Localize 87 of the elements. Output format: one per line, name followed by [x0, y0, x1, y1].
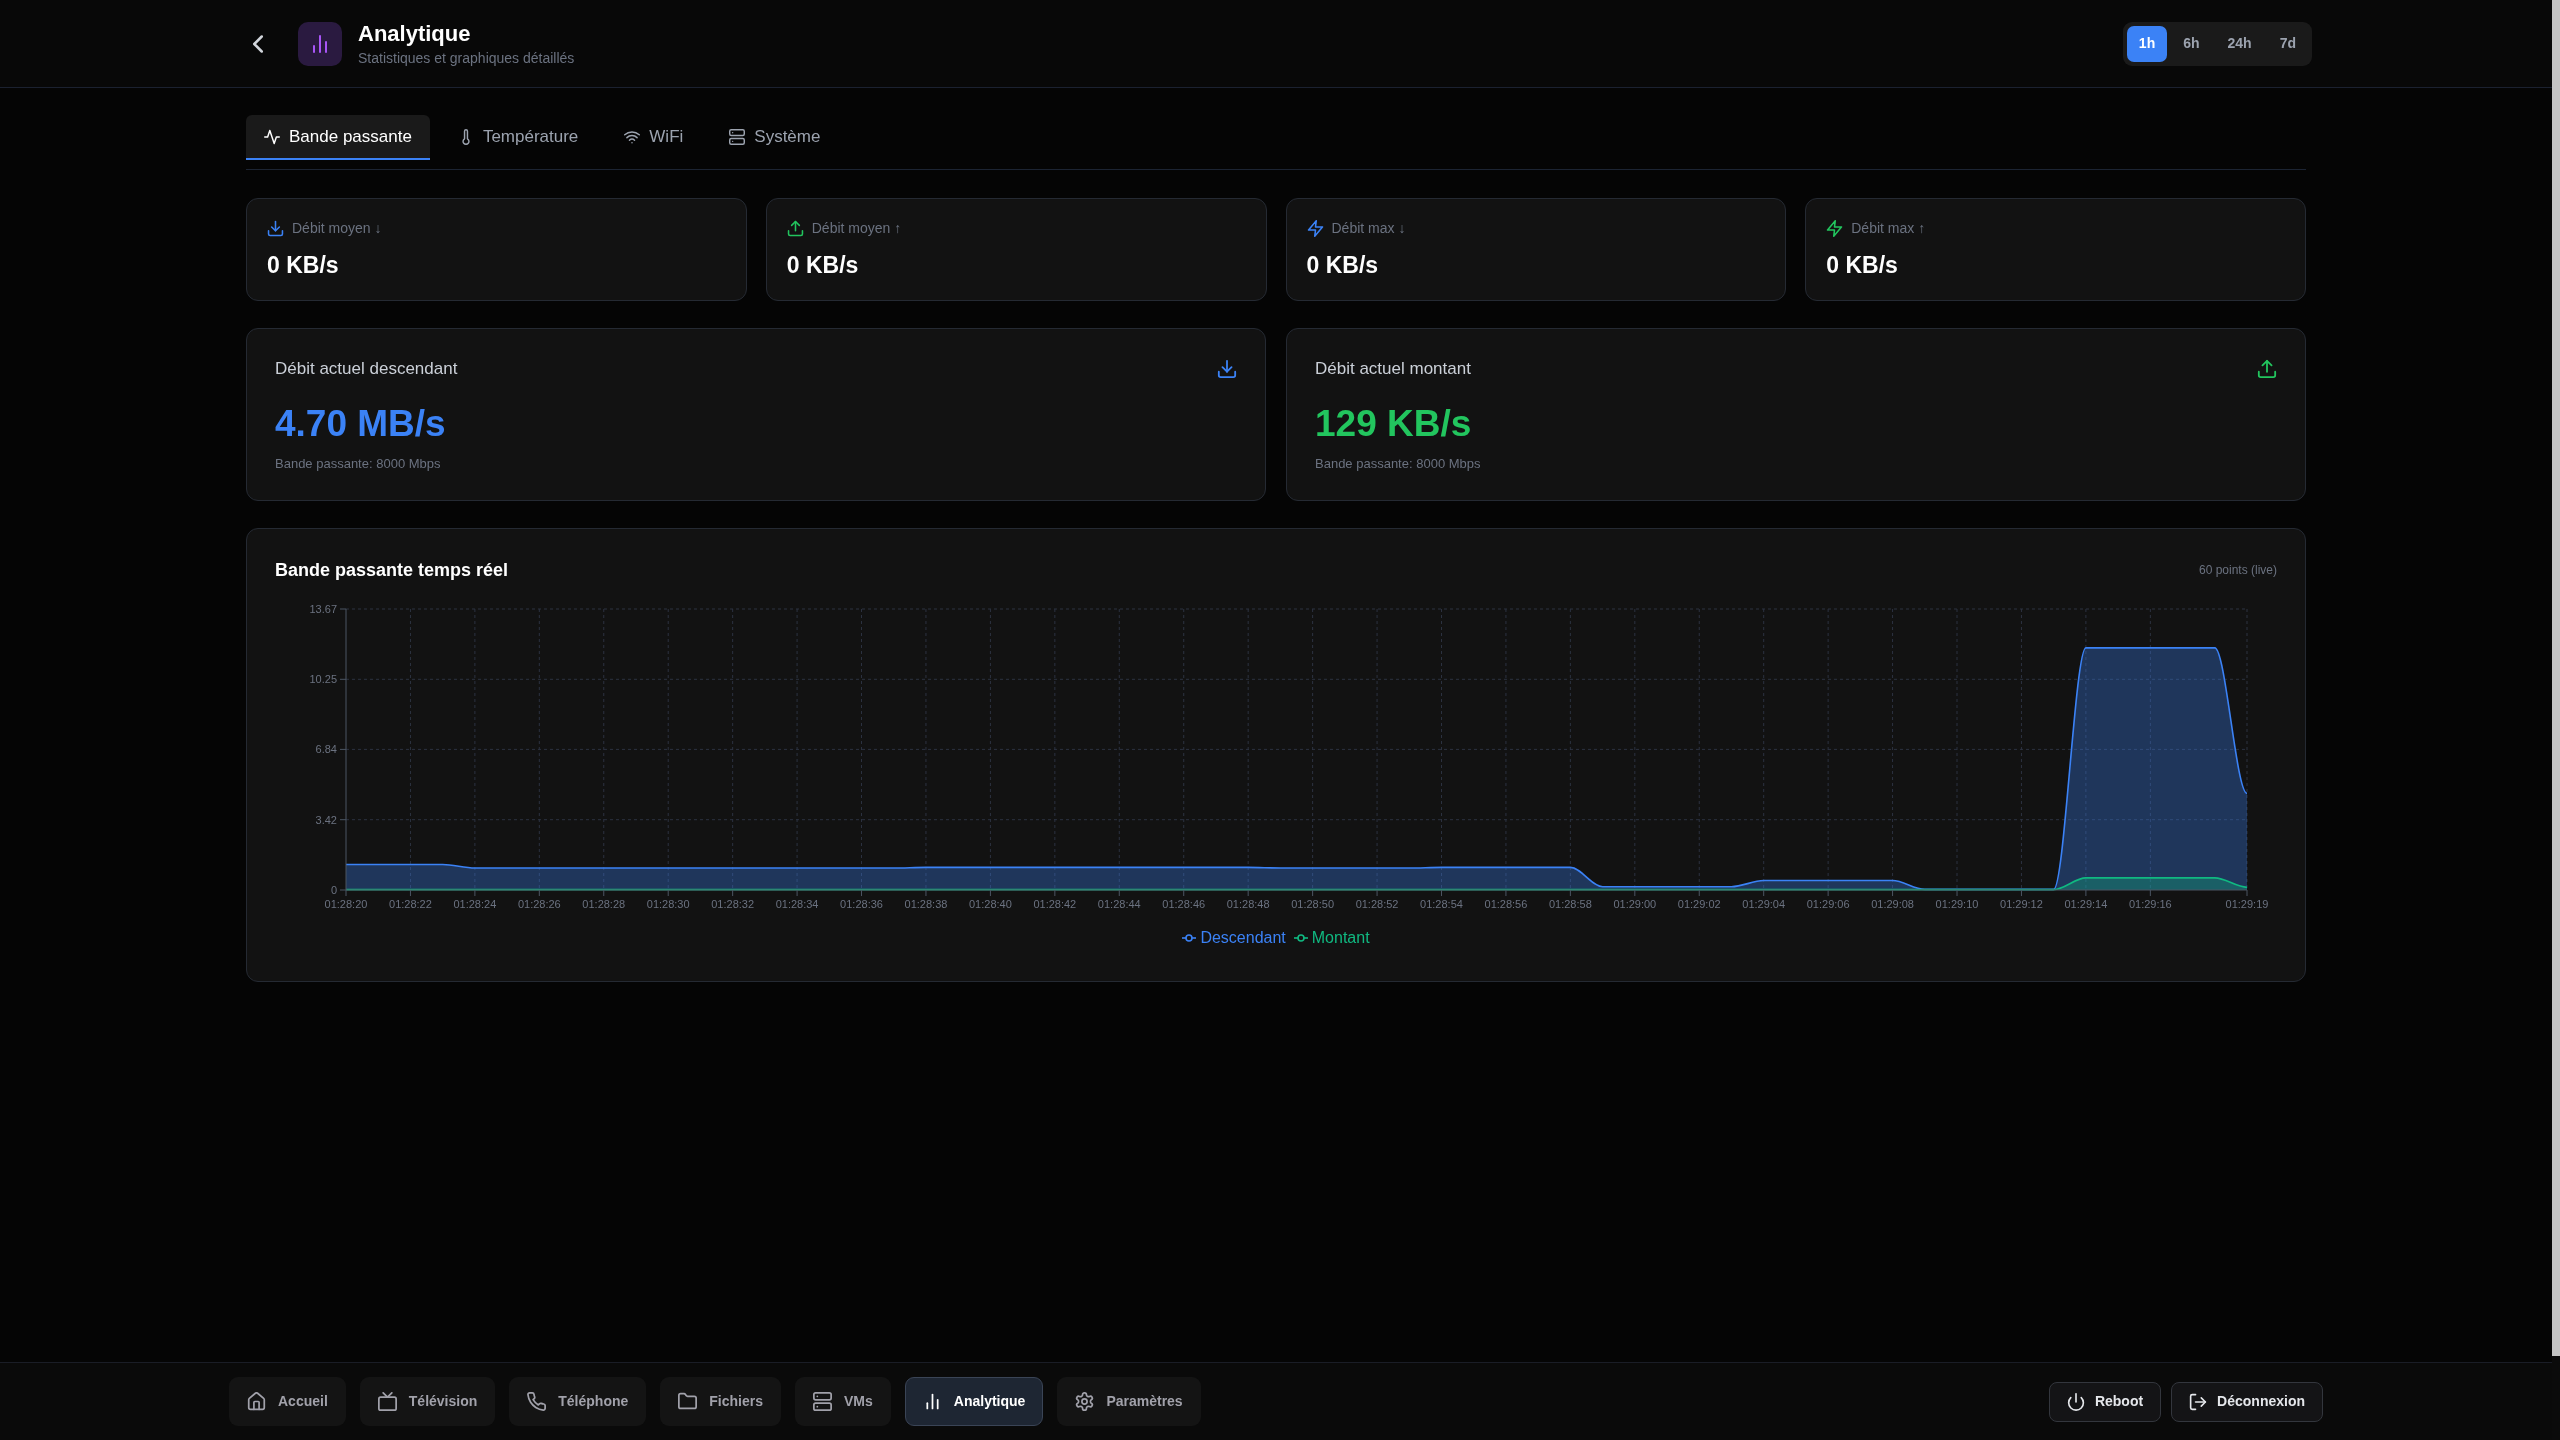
- nav-button[interactable]: Téléphone: [509, 1377, 647, 1426]
- chart-title: Bande passante temps réel: [275, 559, 509, 582]
- stat-label: Débit moyen ↑: [811, 219, 902, 238]
- rate-title: Débit actuel montant: [1315, 358, 1471, 380]
- time-range-button[interactable]: 6h: [2171, 25, 2212, 62]
- axis-label: 3.42: [315, 813, 337, 826]
- axis-label: 01:28:34: [775, 898, 819, 910]
- axis-label: 01:29:19: [2225, 898, 2269, 910]
- axis-label: 01:28:30: [646, 898, 690, 910]
- legend-marker-icon: [1182, 933, 1197, 943]
- axis-label: 01:29:02: [1677, 898, 1721, 910]
- server-icon: [813, 1392, 832, 1411]
- axis-label: 01:28:32: [711, 898, 755, 910]
- stat-label: Débit max ↑: [1851, 219, 1926, 238]
- axis-label: 01:29:08: [1871, 898, 1914, 910]
- reboot-button[interactable]: Reboot: [2048, 1381, 2162, 1422]
- time-range-button[interactable]: 7d: [2267, 25, 2308, 62]
- chart-note: 60 points (live): [2198, 562, 2277, 578]
- axis-label: 01:28:54: [1420, 898, 1463, 910]
- axis-label: 01:28:50: [1291, 898, 1334, 910]
- axis-label: 01:28:46: [1162, 898, 1206, 910]
- phone-icon: [527, 1392, 547, 1411]
- power-icon: [2066, 1392, 2085, 1411]
- nav-button[interactable]: Paramètres: [1057, 1377, 1201, 1426]
- axis-label: 01:28:26: [517, 898, 561, 910]
- rate-value: 129 KB/s: [1315, 402, 1473, 446]
- axis-label: 01:28:52: [1355, 898, 1399, 910]
- page-title: Analytique: [358, 20, 472, 47]
- bar-chart-icon: [298, 21, 342, 66]
- axis-label: 01:29:16: [2128, 898, 2172, 910]
- axis-label: 10.25: [309, 673, 337, 686]
- settings-icon: [1075, 1392, 1095, 1411]
- legend-marker-icon: [1293, 933, 1308, 943]
- legend-label: Montant: [1311, 928, 1370, 948]
- axis-label: 01:29:06: [1806, 898, 1850, 910]
- stat-value: 0 KB/s: [1826, 251, 1899, 280]
- axis-label: 01:28:44: [1097, 898, 1141, 910]
- nav-button[interactable]: VMs: [795, 1377, 891, 1426]
- axis-label: 01:28:42: [1033, 898, 1077, 910]
- wifi-icon: [624, 128, 641, 145]
- axis-label: 01:29:10: [1935, 898, 1979, 910]
- page-subtitle: Statistiques et graphiques détaillés: [358, 48, 575, 67]
- axis-label: 01:28:48: [1226, 898, 1270, 910]
- stat-label: Débit moyen ↓: [292, 219, 382, 238]
- logout-icon: [2189, 1392, 2208, 1411]
- logout-button[interactable]: Déconnexion: [2171, 1381, 2323, 1422]
- axis-label: 6.84: [315, 743, 337, 756]
- axis-label: 01:28:56: [1484, 898, 1528, 910]
- scrollbar-thumb[interactable]: [2552, 0, 2560, 1356]
- nav-button[interactable]: Analytique: [904, 1377, 1044, 1426]
- tab[interactable]: Système: [711, 115, 839, 160]
- stat-value: 0 KB/s: [1306, 251, 1380, 280]
- stat-value: 0 KB/s: [786, 251, 860, 280]
- axis-label: 01:29:12: [2000, 898, 2043, 910]
- axis-label: 01:28:40: [969, 898, 1012, 910]
- rate-title: Débit actuel descendant: [275, 358, 458, 380]
- legend-label: Descendant: [1200, 928, 1286, 948]
- axis-label: 01:28:58: [1548, 898, 1592, 910]
- axis-label: 01:28:24: [453, 898, 497, 910]
- axis-label: 01:29:14: [2064, 898, 2108, 910]
- stat-value: 0 KB/s: [267, 251, 340, 280]
- axis-label: 13.67: [309, 603, 337, 615]
- rate-value: 4.70 MB/s: [275, 402, 447, 446]
- rate-note: Bande passante: 8000 Mbps: [1315, 455, 1482, 473]
- axis-label: 01:28:38: [904, 898, 948, 910]
- house-icon: [247, 1392, 266, 1411]
- tab[interactable]: Température: [439, 115, 597, 160]
- axis-label: 01:28:20: [324, 898, 368, 910]
- stat-label: Débit max ↓: [1331, 219, 1406, 238]
- pulse-icon: [264, 128, 280, 145]
- tab[interactable]: WiFi: [606, 115, 702, 160]
- nav-button[interactable]: Fichiers: [660, 1377, 781, 1426]
- nav-button[interactable]: Accueil: [229, 1377, 346, 1426]
- axis-label: 01:28:22: [389, 898, 432, 910]
- axis-label: 0: [330, 884, 337, 896]
- rate-note: Bande passante: 8000 Mbps: [275, 455, 442, 473]
- nav-button[interactable]: Télévision: [359, 1377, 496, 1426]
- axis-label: 01:28:28: [582, 898, 626, 910]
- axis-label: 01:29:04: [1742, 898, 1786, 910]
- tab[interactable]: Bande passante: [246, 115, 430, 160]
- tv-icon: [377, 1392, 397, 1411]
- server-icon: [729, 128, 746, 145]
- axis-label: 01:29:00: [1613, 898, 1657, 910]
- axis-label: 01:28:36: [840, 898, 883, 910]
- time-range-button[interactable]: 24h: [2215, 25, 2264, 62]
- folder-icon: [678, 1392, 698, 1411]
- time-range-button[interactable]: 1h: [2126, 25, 2168, 62]
